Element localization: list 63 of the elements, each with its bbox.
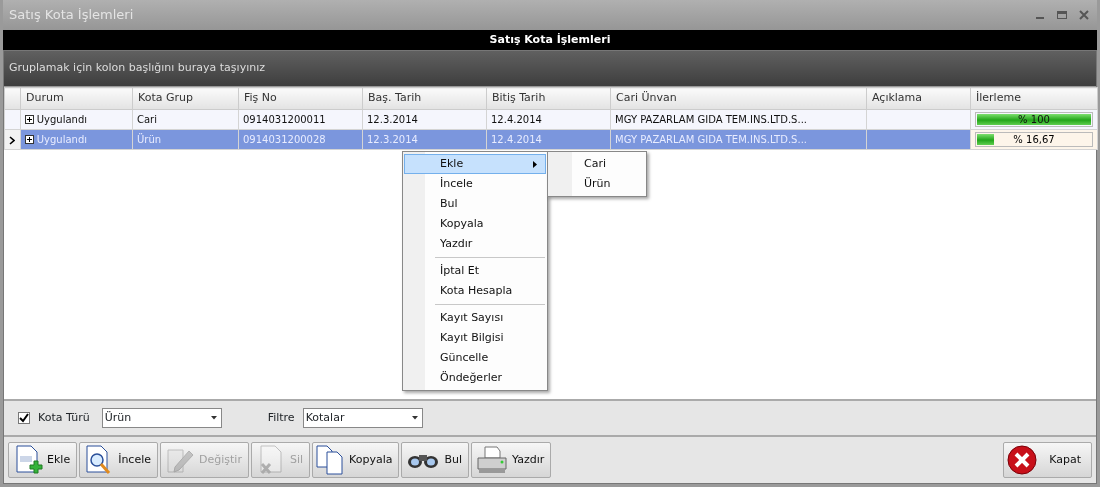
menu-item[interactable]: Kota Hesapla [404, 281, 546, 301]
menu-item[interactable]: Güncelle [404, 348, 546, 368]
table-cell-text: Uygulandı [36, 132, 88, 147]
submenu-arrow-icon [533, 160, 537, 168]
menu-item[interactable]: Ekle [404, 154, 546, 174]
table-row[interactable]: Uygulandı Cari 0914031200011 12.3.2014 12.4.2014 MGY PAZARLAM GIDA TEM.INS.LTD.S... % 100 [4, 109, 1098, 130]
dropdown-arrow-icon[interactable] [210, 416, 217, 420]
progress-reading: % 100 [1018, 113, 1050, 127]
table-cell: 0914031200028 [243, 134, 326, 145]
column-header[interactable]: Açıklama [866, 87, 971, 110]
toolbar-button[interactable]: İncele [79, 442, 158, 478]
menu-item[interactable]: İncele [404, 174, 546, 194]
group-panel-hint: Gruplamak için kolon başlığını buraya taşıyınız [9, 60, 265, 77]
column-header[interactable]: Fiş No [238, 87, 363, 110]
menu-item[interactable]: Öndeğerler [404, 368, 546, 388]
table-cell: Cari [137, 114, 157, 125]
close-button[interactable]: Kapat [1003, 442, 1092, 478]
table-cell: 12.4.2014 [491, 134, 542, 145]
toolbar-button[interactable]: Ekle [8, 442, 78, 478]
menu-item[interactable]: Bul [404, 194, 546, 214]
menu-item[interactable]: Ürün [549, 174, 645, 194]
table-cell: 12.3.2014 [367, 134, 418, 145]
column-header[interactable]: Cari Ünvan [610, 87, 867, 110]
checkbox-label: Kota Türü [38, 409, 90, 426]
progress-reading: % 16,67 [1013, 133, 1055, 147]
menu-item[interactable]: Yazdır [404, 234, 546, 254]
column-header[interactable]: Durum [20, 87, 133, 110]
table-cell: 0914031200011 [243, 114, 326, 125]
menu-item[interactable]: İptal Et [404, 261, 546, 281]
menu-item[interactable]: Cari [549, 154, 645, 174]
column-header[interactable]: Baş. Tarih [362, 87, 487, 110]
column-header[interactable]: Kota Grup [132, 87, 239, 110]
filter-label: Filtre [267, 409, 295, 426]
dropdown-arrow-icon[interactable] [411, 416, 418, 420]
dropdown[interactable]: Kotalar [302, 408, 423, 428]
table-cell-text: Uygulandı [36, 112, 88, 127]
expand-icon[interactable] [25, 134, 34, 144]
expand-icon[interactable] [25, 114, 34, 124]
toolbar-button[interactable]: Yazdır [471, 442, 552, 478]
table-cell: 12.3.2014 [367, 114, 418, 125]
toolbar-button[interactable]: Bul [401, 442, 470, 478]
table-cell: 12.4.2014 [491, 114, 542, 125]
checkbox[interactable] [18, 412, 30, 424]
menu-item[interactable]: Kayıt Sayısı [404, 308, 546, 328]
dropdown[interactable]: Ürün [101, 408, 222, 428]
close-icon [1007, 445, 1038, 475]
row-indicator-icon [9, 135, 15, 145]
table-cell: Ürün [137, 134, 162, 145]
menu-item[interactable]: Kayıt Bilgisi [404, 328, 546, 348]
maximize-icon[interactable] [1057, 10, 1067, 20]
table-cell: MGY PAZARLAM GIDA TEM.INS.LTD.S... [615, 134, 807, 145]
documents-icon [315, 445, 346, 475]
column-header[interactable]: Bitiş Tarih [486, 87, 611, 110]
toolbar-button[interactable]: Kopyala [312, 442, 400, 478]
menu-item[interactable]: Kopyala [404, 214, 546, 234]
printer-icon [476, 445, 509, 475]
document-add-icon [13, 445, 43, 475]
header-title: Satış Kota İşlemleri [489, 31, 611, 48]
table-cell: MGY PAZARLAM GIDA TEM.INS.LTD.S... [615, 114, 807, 125]
window-title: Satış Kota İşlemleri [9, 6, 134, 25]
table-row[interactable]: Uygulandı Ürün 0914031200028 12.3.2014 12.4.2014 MGY PAZARLAM GIDA TEM.INS.LTD.S... % 16,67 [4, 129, 1098, 150]
close-icon[interactable] [1079, 10, 1089, 20]
column-header[interactable]: İlerleme [970, 87, 1098, 110]
